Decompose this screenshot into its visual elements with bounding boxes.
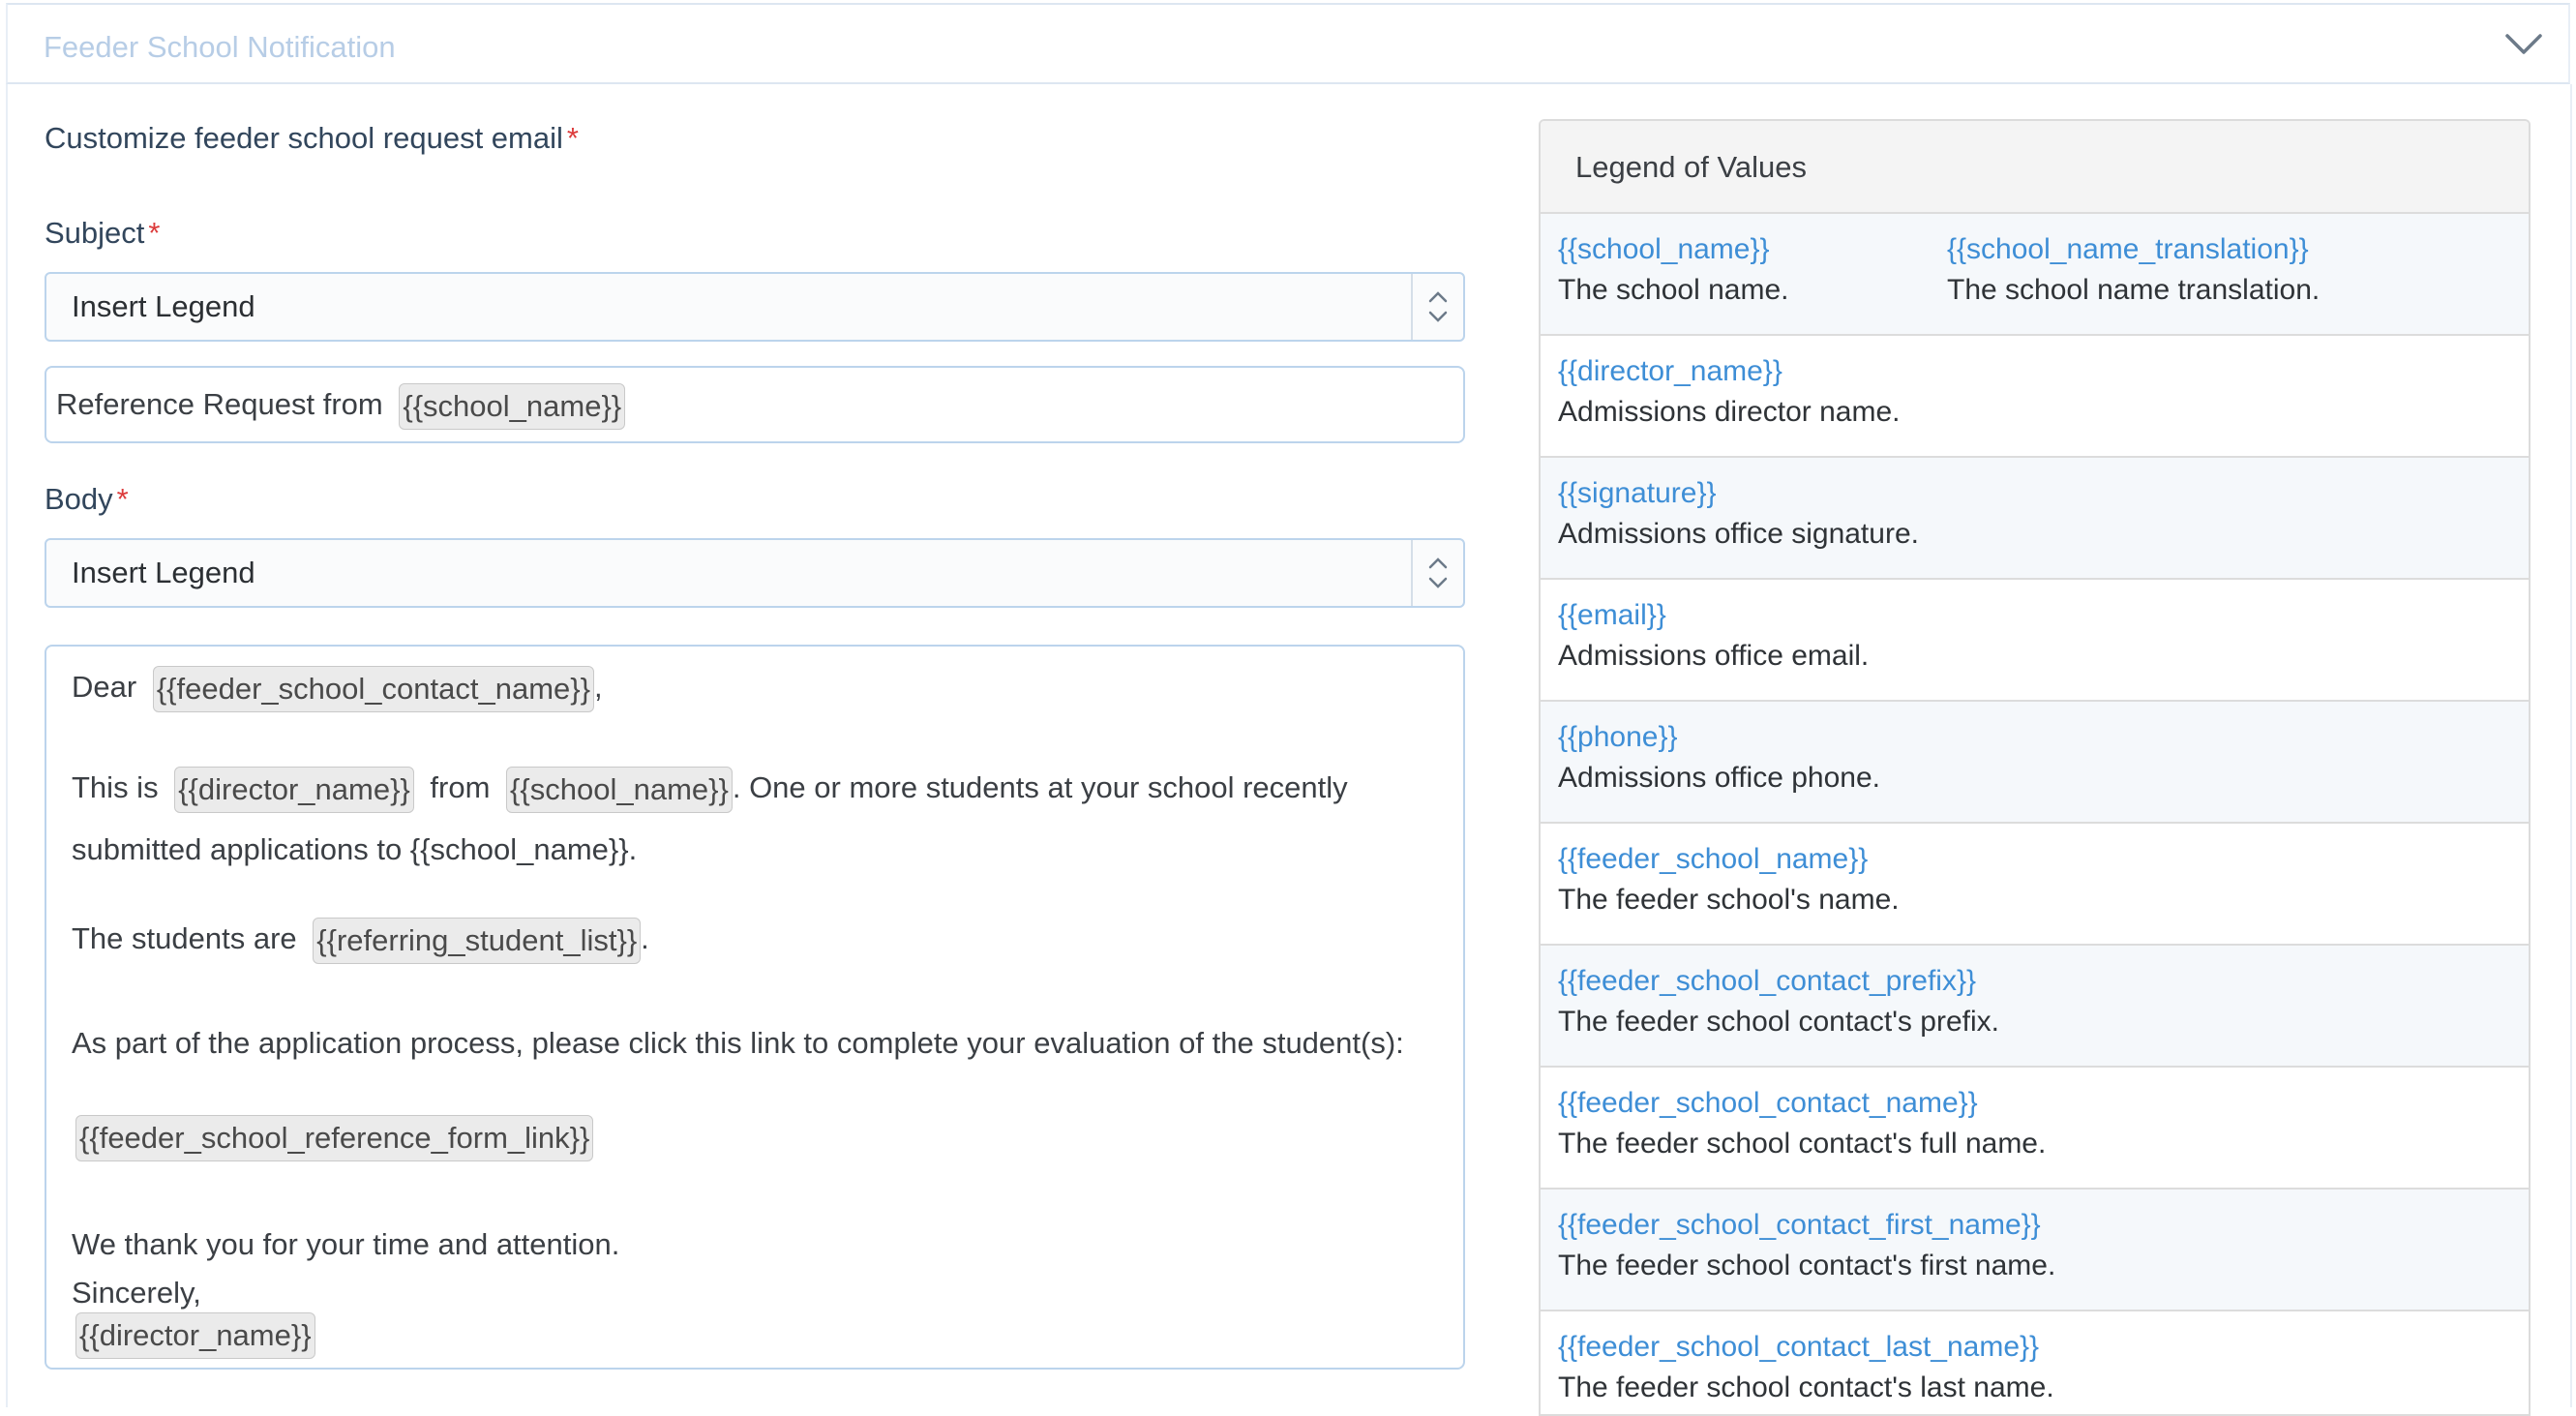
select-arrows-icon[interactable] xyxy=(1411,274,1463,340)
legend-desc: The feeder school's name. xyxy=(1558,884,1900,916)
required-asterisk: * xyxy=(566,121,579,155)
students-text: The students are xyxy=(72,921,297,956)
body-line-greeting: Dear {{feeder_school_contact_name}}, xyxy=(72,666,603,713)
body-line-link: {{feeder_school_reference_form_link}} xyxy=(75,1115,594,1162)
legend-key[interactable]: {{director_name}} xyxy=(1558,355,1782,388)
section-title: Feeder School Notification xyxy=(44,30,396,64)
required-asterisk: * xyxy=(116,482,129,516)
subject-insert-legend-select[interactable]: Insert Legend xyxy=(45,272,1465,342)
body-line-instructions: As part of the application process, plea… xyxy=(72,1026,1404,1060)
select-arrows-icon[interactable] xyxy=(1411,540,1463,606)
body-line-signature: {{director_name}} xyxy=(75,1312,315,1360)
legend-row-phone: {{phone}} Admissions office phone. xyxy=(1541,702,2529,824)
legend-row-feeder-school-name: {{feeder_school_name}} The feeder school… xyxy=(1541,824,2529,946)
legend-chip: {{school_name}} xyxy=(506,767,733,814)
legend-desc: The feeder school contact's first name. xyxy=(1558,1250,2056,1281)
legend-key[interactable]: {{feeder_school_name}} xyxy=(1558,843,1868,876)
legend-key[interactable]: {{feeder_school_contact_prefix}} xyxy=(1558,965,1976,998)
body-line-submitted: submitted applications to {{school_name}… xyxy=(72,832,638,866)
legend-desc: The feeder school contact's last name. xyxy=(1558,1371,2054,1403)
greeting-text: Dear xyxy=(72,670,137,705)
body-insert-legend-select[interactable]: Insert Legend xyxy=(45,538,1465,608)
legend-chip: {{director_name}} xyxy=(75,1312,315,1360)
legend-chip: {{referring_student_list}} xyxy=(313,918,642,965)
legend-row-contact-prefix: {{feeder_school_contact_prefix}} The fee… xyxy=(1541,946,2529,1068)
body-select-value: Insert Legend xyxy=(72,556,255,589)
students-period: . xyxy=(641,921,649,956)
legend-desc: The school name translation. xyxy=(1947,274,2321,306)
subject-label: Subject * xyxy=(45,216,160,251)
legend-header: Legend of Values xyxy=(1541,121,2529,214)
panel-left-border xyxy=(6,84,8,1407)
body-label: Body * xyxy=(45,482,129,517)
required-asterisk: * xyxy=(148,216,161,250)
body-label-text: Body xyxy=(45,482,113,516)
legend-key[interactable]: {{signature}} xyxy=(1558,477,1717,510)
body-line-thanks: We thank you for your time and attention… xyxy=(72,1227,620,1261)
legend-row-school-name: {{school_name}} The school name. {{schoo… xyxy=(1541,214,2529,336)
subject-label-text: Subject xyxy=(45,216,145,250)
legend-desc: Admissions office phone. xyxy=(1558,762,1880,794)
legend-key[interactable]: {{phone}} xyxy=(1558,721,1678,754)
body-line-intro: This is {{director_name}} from {{school_… xyxy=(72,767,1348,814)
legend-desc: Admissions office signature. xyxy=(1558,518,1919,550)
legend-key[interactable]: {{feeder_school_contact_first_name}} xyxy=(1558,1209,2041,1242)
body-editor[interactable]: Dear {{feeder_school_contact_name}}, Thi… xyxy=(45,645,1465,1370)
page: Feeder School Notification Customize fee… xyxy=(0,0,2576,1416)
subject-input[interactable]: Reference Request from {{school_name}} xyxy=(45,366,1465,443)
chevron-down-icon[interactable] xyxy=(2504,32,2543,62)
legend-chip: {{feeder_school_reference_form_link}} xyxy=(75,1115,594,1162)
greeting-comma: , xyxy=(593,670,603,705)
legend-key[interactable]: {{feeder_school_contact_last_name}} xyxy=(1558,1331,2039,1364)
legend-row-contact-last-name: {{feeder_school_contact_last_name}} The … xyxy=(1541,1311,2529,1414)
legend-desc: The feeder school contact's full name. xyxy=(1558,1128,2047,1160)
legend-row-contact-first-name: {{feeder_school_contact_first_name}} The… xyxy=(1541,1190,2529,1311)
legend-desc: The school name. xyxy=(1558,274,1789,306)
legend-panel: Legend of Values {{school_name}} The sch… xyxy=(1539,119,2531,1416)
panel-right-border xyxy=(2570,84,2572,1407)
legend-title: Legend of Values xyxy=(1575,150,1808,184)
legend-desc: The feeder school contact's prefix. xyxy=(1558,1006,1999,1038)
legend-row-director-name: {{director_name}} Admissions director na… xyxy=(1541,336,2529,458)
legend-desc: Admissions director name. xyxy=(1558,396,1901,428)
legend-chip: {{school_name}} xyxy=(399,383,626,431)
legend-chip: {{director_name}} xyxy=(174,767,414,814)
legend-row-signature: {{signature}} Admissions office signatur… xyxy=(1541,458,2529,580)
body-line-sincerely: Sincerely, xyxy=(72,1276,201,1310)
body-line-students: The students are {{referring_student_lis… xyxy=(72,918,649,965)
legend-key[interactable]: {{school_name_translation}} xyxy=(1947,233,2309,266)
section-header[interactable]: Feeder School Notification xyxy=(6,3,2570,84)
intro-suffix: . One or more students at your school re… xyxy=(732,770,1348,805)
customize-label: Customize feeder school request email * xyxy=(45,121,579,156)
intro-from: from xyxy=(430,770,491,805)
customize-label-text: Customize feeder school request email xyxy=(45,121,563,155)
legend-key[interactable]: {{email}} xyxy=(1558,599,1666,632)
legend-desc: Admissions office email. xyxy=(1558,640,1870,672)
legend-chip: {{feeder_school_contact_name}} xyxy=(152,666,594,713)
subject-prefix: Reference Request from xyxy=(56,387,383,422)
intro-text: This is xyxy=(72,770,159,805)
subject-select-value: Insert Legend xyxy=(72,289,255,323)
legend-row-contact-name: {{feeder_school_contact_name}} The feede… xyxy=(1541,1068,2529,1190)
legend-key[interactable]: {{feeder_school_contact_name}} xyxy=(1558,1087,1978,1120)
legend-row-email: {{email}} Admissions office email. xyxy=(1541,580,2529,702)
subject-text: Reference Request from {{school_name}} xyxy=(56,383,626,431)
legend-key[interactable]: {{school_name}} xyxy=(1558,233,1770,266)
